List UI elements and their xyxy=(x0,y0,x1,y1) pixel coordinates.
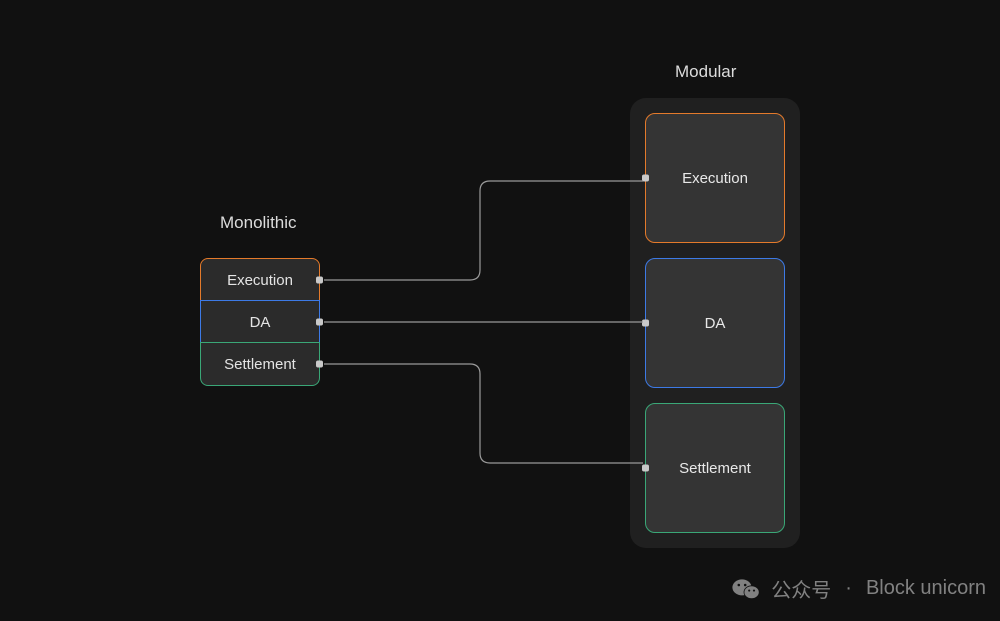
monolithic-layer-execution: Execution xyxy=(200,258,320,302)
connector-dot-icon xyxy=(316,319,323,326)
watermark: 公众号 · Block unicorn xyxy=(731,574,986,603)
watermark-prefix: 公众号 xyxy=(771,574,831,603)
wechat-icon xyxy=(731,577,761,601)
modular-layer-settlement: Settlement xyxy=(645,403,785,533)
connector-dot-icon xyxy=(642,175,649,182)
watermark-separator: · xyxy=(845,577,852,600)
watermark-name: Block unicorn xyxy=(866,577,986,600)
connector-dot-icon xyxy=(316,277,323,284)
modular-layer-execution: Execution xyxy=(645,113,785,243)
modular-heading: Modular xyxy=(675,62,736,82)
monolithic-layer-da: DA xyxy=(200,300,320,344)
connector-lines xyxy=(0,0,1000,621)
layer-label: Execution xyxy=(682,170,748,187)
layer-label: Settlement xyxy=(679,460,751,477)
connector-dot-icon xyxy=(316,361,323,368)
monolithic-stack: Execution DA Settlement xyxy=(200,258,320,386)
layer-label: DA xyxy=(705,315,726,332)
diagram-canvas: Monolithic Modular Execution DA Settleme… xyxy=(0,0,1000,621)
connector-dot-icon xyxy=(642,465,649,472)
modular-container: Execution DA Settlement xyxy=(630,98,800,548)
layer-label: Execution xyxy=(227,272,293,289)
connector-dot-icon xyxy=(642,320,649,327)
layer-label: Settlement xyxy=(224,356,296,373)
modular-layer-da: DA xyxy=(645,258,785,388)
monolithic-heading: Monolithic xyxy=(220,213,297,233)
layer-label: DA xyxy=(250,314,271,331)
monolithic-layer-settlement: Settlement xyxy=(200,342,320,386)
